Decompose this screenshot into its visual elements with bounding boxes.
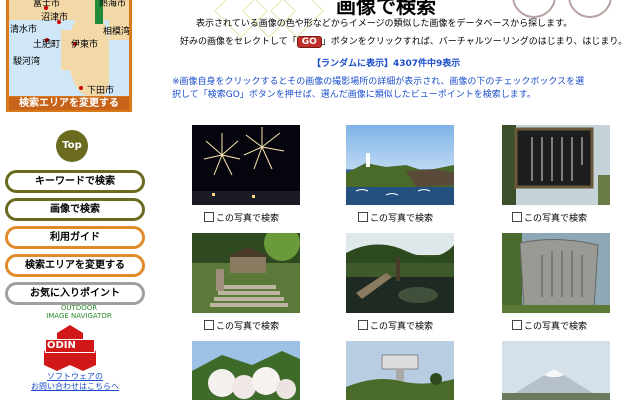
result-thumbnail-stone-monument[interactable] xyxy=(502,233,610,313)
signboard-image xyxy=(502,125,610,205)
checkbox-label: この写真で検索 xyxy=(370,322,434,332)
checkbox-label: この写真で検索 xyxy=(370,214,434,224)
change-area-nav-button[interactable]: 検索エリアを変更する xyxy=(5,254,145,277)
checkbox-label: この写真で検索 xyxy=(524,322,588,332)
result-thumbnail-fireworks[interactable] xyxy=(192,125,300,205)
photo-search-checkbox[interactable]: この写真で検索 xyxy=(358,212,433,225)
observatory-image xyxy=(346,354,454,400)
result-thumbnail-garden-pond[interactable] xyxy=(346,233,454,313)
checkbox[interactable] xyxy=(358,320,368,330)
stone-monument-image xyxy=(502,233,610,313)
decorative-circle xyxy=(512,0,556,18)
map-city-label: 下田市 xyxy=(87,86,115,96)
photo-search-checkbox[interactable]: この写真で検索 xyxy=(512,212,587,225)
favorites-button[interactable]: お気に入りポイント xyxy=(5,282,145,305)
intro-line-2: 好みの画像をセレクトして「 GO 」ボタンをクリックすれば、バーチャルツーリングのは… xyxy=(180,36,627,48)
image-search-button[interactable]: 画像で検索 xyxy=(5,198,145,221)
intro-text-b: 」ボタンをクリックすれば、バーチャルツーリングのはじまり、はじまり。 xyxy=(321,37,628,47)
checkbox[interactable] xyxy=(204,212,214,222)
support-line-2: お問い合わせはこちらへ xyxy=(31,382,119,391)
map-city-label: 清水市 xyxy=(10,25,38,35)
photo-search-checkbox[interactable]: この写真で検索 xyxy=(204,212,279,225)
outdoor-navigator-caption: OUTDOOR IMAGE NAVIGATOR xyxy=(44,304,114,320)
result-thumbnail-observatory[interactable] xyxy=(346,341,454,400)
coast-image xyxy=(346,153,454,205)
blossom-park-image xyxy=(192,351,300,400)
go-button-icon: GO xyxy=(296,36,322,48)
map-city-label: 駿河湾 xyxy=(13,57,41,67)
photo-search-checkbox[interactable]: この写真で検索 xyxy=(358,320,433,333)
intro-line-1: 表示されている画像の色や形などからイメージの類似した画像をデータベースから探しま… xyxy=(196,19,573,29)
photo-search-checkbox[interactable]: この写真で検索 xyxy=(512,320,587,333)
decorative-circle xyxy=(568,0,612,18)
mount-fuji-image xyxy=(502,369,610,400)
outdoor-line-1: OUTDOOR xyxy=(60,304,98,312)
checkbox[interactable] xyxy=(512,320,522,330)
note-line-1: ※画像自身をクリックするとその画像の撮影場所の詳細が表示され、画像の下のチェック… xyxy=(172,77,585,87)
checkbox[interactable] xyxy=(512,212,522,222)
checkbox[interactable] xyxy=(204,320,214,330)
odin-logo-text: ODIN xyxy=(47,340,76,351)
result-thumbnail-signboard[interactable] xyxy=(502,125,610,205)
keyword-search-button[interactable]: キーワードで検索 xyxy=(5,170,145,193)
photo-search-checkbox[interactable]: この写真で検索 xyxy=(204,320,279,333)
result-thumbnail-mount-fuji[interactable] xyxy=(502,341,610,400)
intro-text-a: 好みの画像をセレクトして「 xyxy=(180,37,297,47)
checkbox-label: この写真で検索 xyxy=(524,214,588,224)
fireworks-image xyxy=(192,127,300,205)
temple-stairs-image xyxy=(192,233,300,307)
checkbox-label: この写真で検索 xyxy=(216,322,280,332)
note-line-2: 択して「検索GO」ボタンを押せば、選んだ画像に類似したビューポイントを検索します… xyxy=(172,90,536,100)
page-title: 画像で検索 xyxy=(336,0,436,18)
usage-guide-button[interactable]: 利用ガイド xyxy=(5,226,145,249)
software-support-link[interactable]: ソフトウェアの お問い合わせはこちらへ xyxy=(30,372,120,392)
map-image[interactable]: 富士市 沼津市 熱海市 清水市 土肥町 伊東市 相模湾 駿河湾 下田市 xyxy=(9,0,129,96)
area-map[interactable]: 富士市 沼津市 熱海市 清水市 土肥町 伊東市 相模湾 駿河湾 下田市 検索エリ… xyxy=(6,0,132,112)
outdoor-line-2: IMAGE NAVIGATOR xyxy=(46,312,112,320)
garden-pond-image xyxy=(346,233,454,313)
support-line-1: ソフトウェアの xyxy=(47,372,103,381)
top-button[interactable]: Top xyxy=(56,130,88,162)
map-city-label: 伊東市 xyxy=(71,40,99,50)
checkbox[interactable] xyxy=(358,212,368,222)
random-display-status: 【ランダムに表示】4307件中9表示 xyxy=(312,59,461,69)
map-city-label: 土肥町 xyxy=(33,40,61,50)
change-area-button[interactable]: 検索エリアを変更する xyxy=(9,97,129,110)
map-city-label: 相模湾 xyxy=(103,27,129,37)
result-thumbnail-blossom-park[interactable] xyxy=(192,341,300,400)
checkbox-label: この写真で検索 xyxy=(216,214,280,224)
map-city-label: 熱海市 xyxy=(99,0,127,9)
map-city-label: 沼津市 xyxy=(41,13,69,23)
map-city-label: 富士市 xyxy=(33,0,61,9)
result-thumbnail-coast[interactable] xyxy=(346,125,454,205)
result-thumbnail-temple-stairs[interactable] xyxy=(192,233,300,313)
